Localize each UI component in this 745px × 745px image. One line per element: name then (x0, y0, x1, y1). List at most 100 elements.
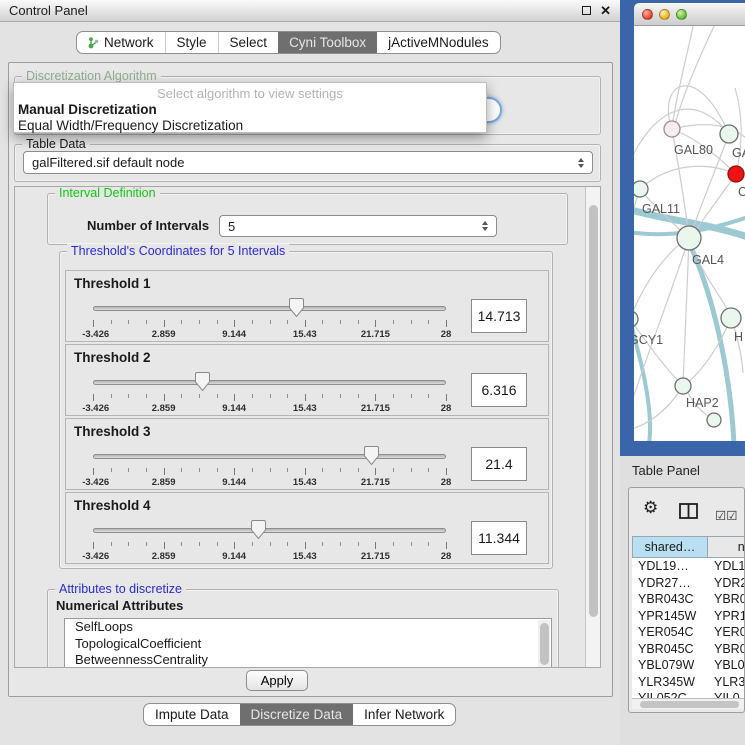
network-node-bottom-partial[interactable] (707, 413, 721, 427)
tick-mark (340, 394, 341, 398)
network-node-gal4[interactable] (677, 226, 701, 250)
float-window-icon[interactable] (582, 6, 591, 15)
dropdown-option-equal-width-frequency[interactable]: Equal Width/Frequency Discretization (18, 118, 243, 133)
network-node-top-right[interactable] (720, 125, 738, 143)
tab-infer-network[interactable]: Infer Network (353, 704, 455, 725)
network-edge[interactable] (634, 386, 683, 430)
table-data-combo[interactable]: galFiltered.sif default node (23, 151, 593, 174)
threshold-value-input[interactable]: 14.713 (471, 299, 527, 333)
tab-style[interactable]: Style (165, 32, 218, 53)
network-edge-highlighted[interactable] (691, 247, 734, 441)
tick-mark (446, 320, 447, 327)
table-cell: YBR0… (708, 642, 745, 656)
checkbox-icon[interactable]: ☑☑ (715, 508, 737, 523)
table-row[interactable]: YDR27…YDR2… (632, 575, 745, 592)
threshold-slider[interactable]: -3.4262.8599.14415.4321.71528 (93, 445, 446, 489)
attribute-list-item[interactable]: TopologicalCoefficient (65, 636, 551, 653)
scale-label: 2.859 (152, 551, 176, 562)
split-column-icon[interactable] (679, 503, 698, 522)
network-node-h[interactable] (721, 308, 741, 328)
threshold-slider[interactable]: -3.4262.8599.14415.4321.71528 (93, 519, 446, 563)
tick-mark (164, 394, 165, 401)
tab-network[interactable]: Network (77, 32, 165, 53)
network-icon (88, 36, 99, 49)
table-cell: YLR3… (708, 675, 745, 689)
tick-mark (217, 394, 218, 398)
network-window-titlebar[interactable] (634, 3, 745, 26)
scrollbar-thumb[interactable] (640, 701, 739, 708)
list-scrollbar[interactable] (538, 620, 550, 668)
network-canvas[interactable]: GAL80GACGAL11GAL4GCY1HHAP2 (634, 26, 745, 441)
network-node-gcy1[interactable] (634, 311, 638, 327)
table-horizontal-scrollbar[interactable] (632, 698, 745, 709)
number-of-intervals-combo[interactable]: 5 (219, 215, 497, 237)
tick-mark (393, 468, 394, 472)
tick-mark (128, 468, 129, 472)
network-edge[interactable] (683, 238, 689, 385)
threshold-value-input[interactable]: 6.316 (471, 373, 527, 407)
slider-track[interactable] (93, 380, 446, 385)
network-node-hap2[interactable] (675, 378, 691, 394)
apply-button[interactable]: Apply (246, 670, 308, 691)
zoom-traffic-light-icon[interactable] (676, 9, 687, 20)
slider-track[interactable] (93, 528, 446, 533)
network-node-gal80[interactable] (664, 121, 680, 137)
tab-impute-data[interactable]: Impute Data (144, 704, 240, 725)
settings-vertical-scrollbar[interactable] (585, 187, 600, 667)
attribute-list-item[interactable]: SelfLoops (65, 619, 551, 636)
attributes-group-title: Attributes to discretize (55, 582, 186, 596)
scrollbar-thumb[interactable] (589, 205, 598, 617)
column-header-shared-[interactable]: shared… (632, 536, 708, 558)
tab-jactivemnodules[interactable]: jActiveMNodules (377, 32, 500, 53)
network-edge[interactable] (634, 109, 729, 166)
column-header-n-[interactable]: n… (708, 536, 745, 558)
close-icon[interactable]: ✕ (600, 4, 611, 17)
network-edge[interactable] (640, 166, 736, 189)
close-traffic-light-icon[interactable] (642, 9, 653, 20)
slider-track[interactable] (93, 454, 446, 459)
minimize-traffic-light-icon[interactable] (659, 9, 670, 20)
threshold-value-input[interactable]: 21.4 (471, 447, 527, 481)
network-node-gal11[interactable] (634, 181, 648, 197)
slider-thumb[interactable] (364, 446, 379, 468)
tab-cyni-toolbox[interactable]: Cyni Toolbox (278, 32, 377, 53)
control-panel-titlebar: Control Panel ✕ (0, 0, 620, 22)
settings-gear-icon[interactable]: ⚙ (643, 499, 658, 516)
table-row[interactable]: YBR043CYBR0… (632, 591, 745, 608)
threshold-slider[interactable]: -3.4262.8599.14415.4321.71528 (93, 371, 446, 415)
table-row[interactable]: YBL079WYBL0… (632, 657, 745, 674)
tab-discretize-data[interactable]: Discretize Data (240, 704, 354, 725)
slider-thumb[interactable] (195, 372, 210, 394)
table-cell: YER0… (708, 625, 745, 639)
tab-label: Impute Data (155, 707, 229, 722)
table-cell: YDL1… (708, 559, 745, 573)
table-row[interactable]: YDL19…YDL1… (632, 558, 745, 575)
numerical-attributes-list[interactable]: SelfLoopsTopologicalCoefficientBetweenne… (64, 618, 552, 668)
network-node-selected-red[interactable] (728, 166, 744, 182)
network-edge[interactable] (674, 26, 716, 129)
tick-mark (270, 394, 271, 398)
table-cell: YIL052C (632, 691, 708, 698)
table-rows: YDL19…YDL1…YDR27…YDR2…YBR043CYBR0…YPR145… (632, 558, 745, 698)
slider-track[interactable] (93, 306, 446, 311)
table-row[interactable]: YIL052CYIL0… (632, 690, 745, 698)
dropdown-option-manual-discretization[interactable]: Manual Discretization (18, 102, 157, 117)
slider-thumb[interactable] (251, 520, 266, 542)
slider-thumb[interactable] (289, 298, 304, 320)
table-row[interactable]: YLR345WYLR3… (632, 674, 745, 691)
attribute-list-item[interactable]: BetweennessCentrality (65, 652, 551, 668)
table-row[interactable]: YPR145WYPR1… (632, 608, 745, 625)
scrollbar-thumb[interactable] (540, 623, 549, 665)
tick-mark (393, 542, 394, 546)
threshold-slider[interactable]: -3.4262.8599.14415.4321.71528 (93, 297, 446, 341)
tick-mark (252, 468, 253, 472)
tab-select[interactable]: Select (218, 32, 279, 53)
tab-label: jActiveMNodules (388, 35, 489, 50)
node-label-ga: GA (732, 146, 745, 160)
node-label-gal80: GAL80 (674, 143, 713, 157)
threshold-value-input[interactable]: 11.344 (471, 521, 527, 555)
network-edge[interactable] (634, 238, 688, 319)
table-row[interactable]: YBR045CYBR0… (632, 641, 745, 658)
table-row[interactable]: YER054CYER0… (632, 624, 745, 641)
network-edge[interactable] (672, 26, 694, 128)
